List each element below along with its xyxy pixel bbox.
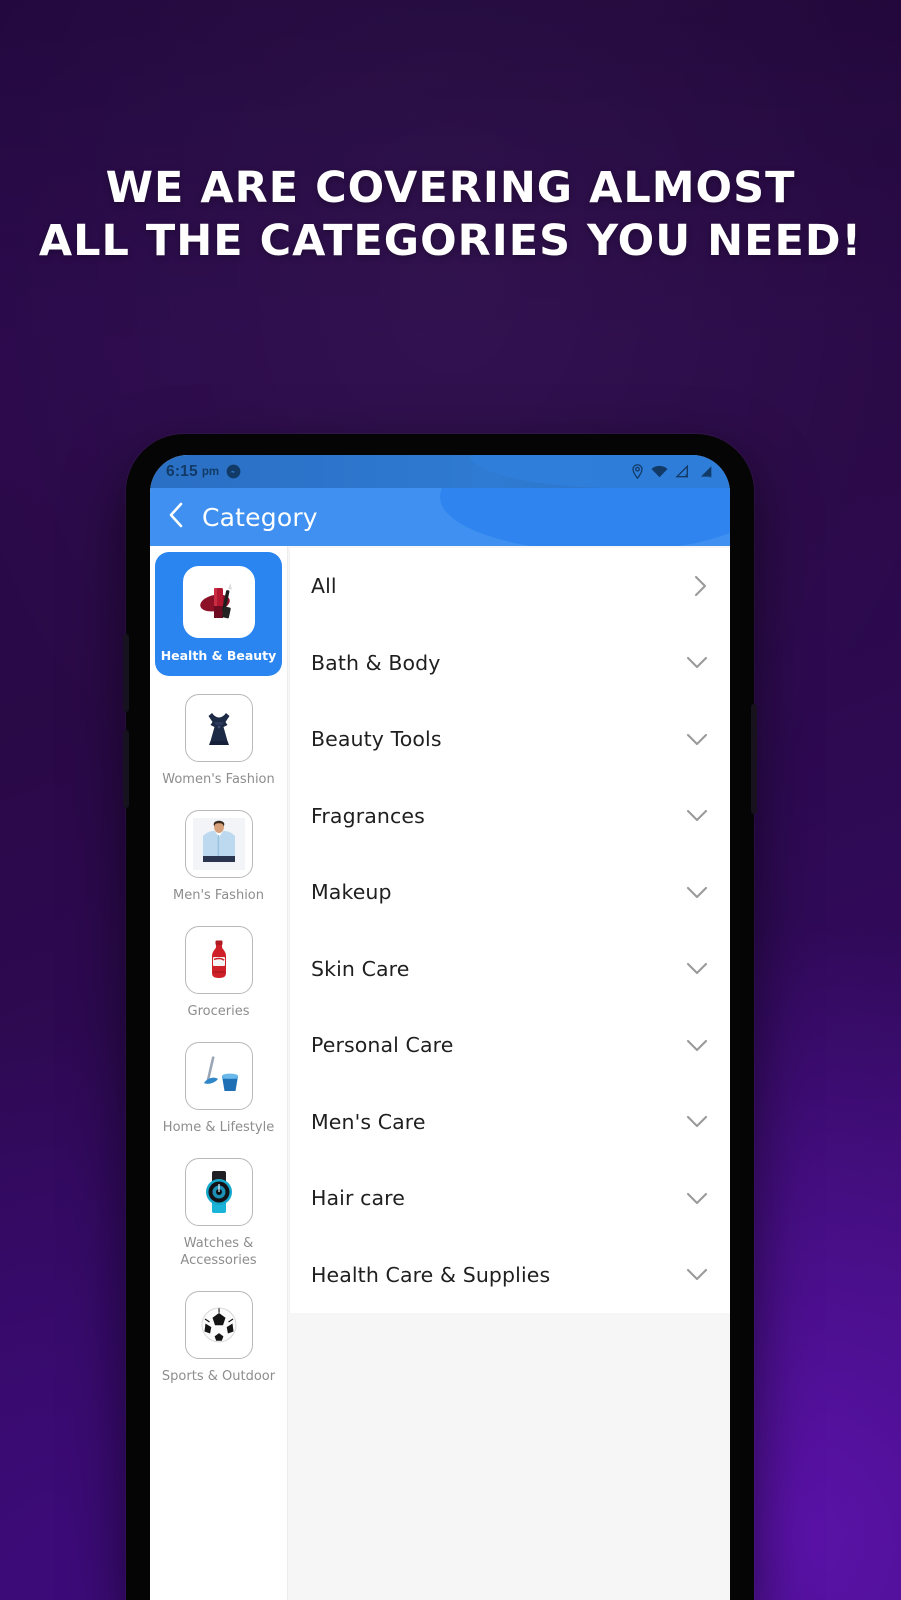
status-bar-right: x x <box>631 464 716 479</box>
status-bar: 6:15 pm x x <box>150 455 730 488</box>
svg-text:x: x <box>708 472 712 478</box>
list-item-label: Fragrances <box>311 803 425 828</box>
sidebar-item-womens-fashion[interactable]: Women's Fashion <box>150 682 287 798</box>
mens-shirt-icon <box>184 810 253 878</box>
chevron-down-icon[interactable] <box>686 808 708 823</box>
list-item[interactable]: Skin Care <box>290 931 730 1008</box>
chevron-right-icon[interactable] <box>693 575 708 597</box>
chevron-down-icon[interactable] <box>686 1191 708 1206</box>
chevron-down-icon[interactable] <box>686 885 708 900</box>
content-area: Health & Beauty Women's Fashion Men's Fa… <box>150 546 730 1600</box>
svg-text:x: x <box>684 472 688 479</box>
list-item-label: Beauty Tools <box>311 727 442 752</box>
list-item[interactable]: Fragrances <box>290 778 730 855</box>
sidebar-item-label: Watches & Accessories <box>180 1236 257 1268</box>
promo-headline: WE ARE COVERING ALMOST ALL THE CATEGORIE… <box>0 162 901 268</box>
list-item[interactable]: Men's Care <box>290 1084 730 1161</box>
soda-bottle-icon <box>184 926 253 994</box>
back-button[interactable] <box>150 488 202 546</box>
lipstick-icon <box>182 566 255 638</box>
subcategory-list: All Bath & Body Beauty Tools Fragrances … <box>290 548 730 1313</box>
chevron-down-icon[interactable] <box>686 1114 708 1129</box>
sidebar-item-label: Health & Beauty <box>160 648 277 663</box>
sidebar-item-label: Men's Fashion <box>173 888 264 903</box>
chevron-left-icon <box>168 502 184 533</box>
phone-mockup: 6:15 pm x x Category Health & Beauty Wom… <box>123 434 757 1600</box>
promo-headline-line-1: WE ARE COVERING ALMOST <box>105 163 796 213</box>
list-item[interactable]: All <box>290 548 730 625</box>
list-item-label: Makeup <box>311 880 392 905</box>
sidebar-item-label: Women's Fashion <box>162 772 275 787</box>
sidebar-item-mens-fashion[interactable]: Men's Fashion <box>150 798 287 914</box>
sidebar-item-label: Home & Lifestyle <box>162 1120 275 1135</box>
phone-screen: 6:15 pm x x Category Health & Beauty Wom… <box>150 455 730 1600</box>
status-bar-left: 6:15 pm <box>166 463 241 481</box>
list-item[interactable]: Hair care <box>290 1160 730 1237</box>
list-item[interactable]: Personal Care <box>290 1007 730 1084</box>
list-item-label: Bath & Body <box>311 650 441 675</box>
sidebar-item-groceries[interactable]: Groceries <box>150 914 287 1030</box>
wristwatch-icon <box>184 1158 253 1226</box>
sidebar-item-label: Sports & Outdoor <box>161 1369 276 1384</box>
promo-headline-line-2: ALL THE CATEGORIES YOU NEED! <box>38 216 863 266</box>
messenger-icon <box>226 464 241 479</box>
chevron-down-icon[interactable] <box>686 961 708 976</box>
page-title: Category <box>202 502 318 532</box>
signal-no-service-icon: x <box>675 464 692 479</box>
location-pin-icon <box>631 464 644 479</box>
list-item-label: Hair care <box>311 1186 405 1211</box>
status-bar-ampm: pm <box>201 465 220 478</box>
category-sidebar[interactable]: Health & Beauty Women's Fashion Men's Fa… <box>150 546 288 1600</box>
app-bar: Category <box>150 488 730 546</box>
mop-bucket-icon <box>184 1042 253 1110</box>
list-item[interactable]: Beauty Tools <box>290 701 730 778</box>
chevron-down-icon[interactable] <box>686 732 708 747</box>
list-item-label: Health Care & Supplies <box>311 1262 551 1287</box>
status-bar-time: 6:15 <box>166 462 198 480</box>
list-empty-space <box>290 1313 730 1533</box>
signal-no-service-icon-2: x <box>699 465 716 479</box>
sidebar-item-home-lifestyle[interactable]: Home & Lifestyle <box>150 1030 287 1146</box>
chevron-down-icon[interactable] <box>686 1038 708 1053</box>
volume-up-button[interactable] <box>123 634 129 712</box>
list-item-label: All <box>311 574 337 599</box>
sidebar-item-health-beauty[interactable]: Health & Beauty <box>155 552 282 676</box>
app-bar-decorative-wave <box>440 488 730 546</box>
sidebar-item-sports-outdoor[interactable]: Sports & Outdoor <box>150 1279 287 1395</box>
soccer-ball-icon <box>184 1291 253 1359</box>
chevron-down-icon[interactable] <box>686 655 708 670</box>
wifi-icon <box>651 465 668 478</box>
power-button[interactable] <box>751 704 757 814</box>
volume-down-button[interactable] <box>123 730 129 808</box>
chevron-down-icon[interactable] <box>686 1267 708 1282</box>
list-item[interactable]: Health Care & Supplies <box>290 1237 730 1314</box>
sidebar-item-watches-accessories[interactable]: Watches & Accessories <box>150 1146 287 1279</box>
subcategory-panel: All Bath & Body Beauty Tools Fragrances … <box>288 546 730 1600</box>
list-item-label: Men's Care <box>311 1109 426 1134</box>
list-item-label: Personal Care <box>311 1033 454 1058</box>
list-item-label: Skin Care <box>311 956 410 981</box>
sidebar-item-label: Groceries <box>187 1004 250 1019</box>
list-item[interactable]: Makeup <box>290 854 730 931</box>
dress-icon <box>184 694 253 762</box>
list-item[interactable]: Bath & Body <box>290 625 730 702</box>
